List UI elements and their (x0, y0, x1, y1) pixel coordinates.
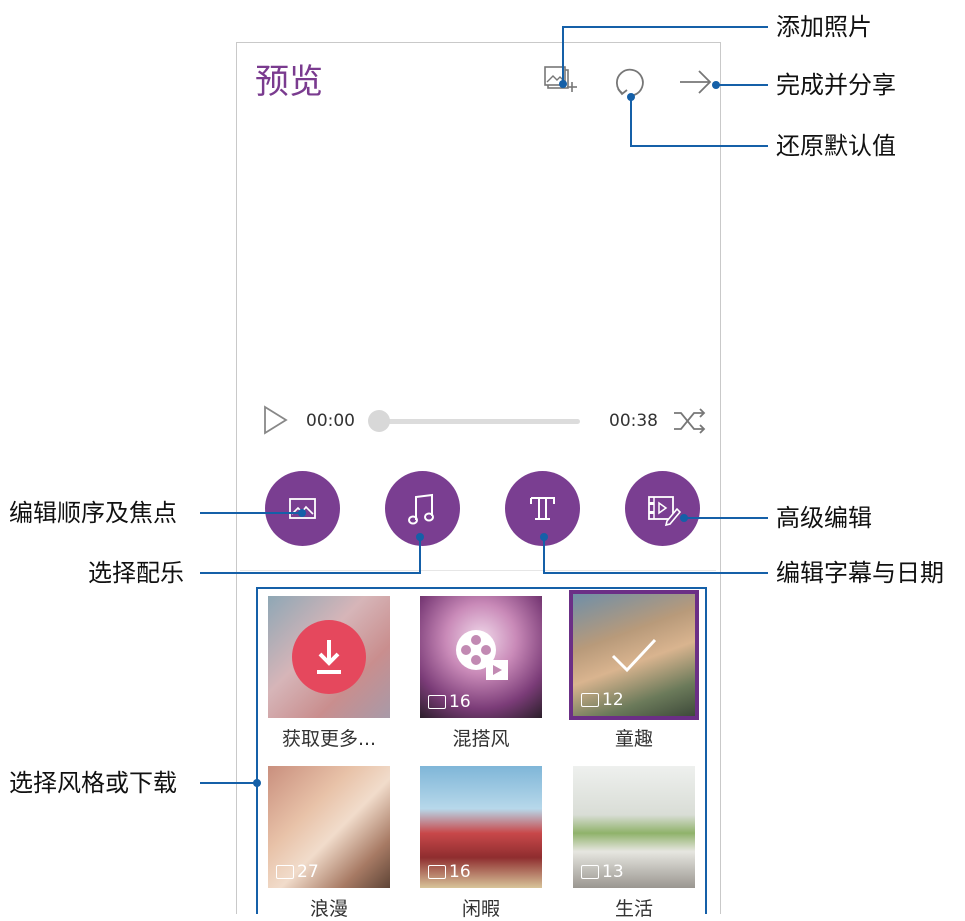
photo-count-icon (428, 865, 446, 879)
callout-select-music: 选择配乐 (88, 559, 184, 587)
photo-count: 16 (428, 862, 471, 882)
callout-line (200, 512, 302, 514)
style-caption: 混搭风 (452, 728, 510, 750)
callout-line (543, 572, 768, 574)
callout-dot (680, 514, 688, 522)
style-thumb-life[interactable]: 13 (573, 766, 695, 888)
style-thumb-mashup[interactable]: 16 (420, 596, 542, 718)
video-edit-icon (648, 496, 682, 527)
photo-count-icon (428, 695, 446, 709)
slider-thumb[interactable] (368, 410, 390, 432)
advanced-edit-button[interactable] (625, 471, 700, 546)
style-thumb-get-more[interactable] (268, 596, 390, 718)
callout-edit-order-focus: 编辑顺序及焦点 (9, 499, 177, 527)
download-button[interactable] (292, 620, 366, 694)
callout-edit-caption-date: 编辑字幕与日期 (776, 559, 944, 587)
style-thumb-leisure[interactable]: 16 (420, 766, 542, 888)
callout-line (716, 84, 768, 86)
callout-dot (540, 533, 548, 541)
selected-style-border (569, 590, 699, 720)
callout-dot (712, 81, 720, 89)
callout-dot (627, 93, 635, 101)
callout-line (562, 26, 768, 28)
total-time: 00:38 (609, 411, 658, 431)
callout-dot (559, 80, 567, 88)
play-icon (264, 405, 288, 435)
callout-line (630, 96, 632, 146)
callout-line (562, 26, 564, 82)
callout-line (200, 572, 421, 574)
style-caption: 生活 (614, 898, 653, 920)
style-caption: 浪漫 (309, 898, 348, 920)
callout-select-style: 选择风格或下载 (9, 769, 177, 797)
shuffle-icon (674, 408, 706, 434)
callout-line (630, 145, 768, 147)
download-icon (317, 640, 341, 674)
style-caption: 闲暇 (461, 898, 500, 920)
play-button[interactable] (262, 405, 288, 435)
style-thumb-romantic[interactable]: 27 (268, 766, 390, 888)
photo-count: 13 (581, 862, 624, 882)
callout-line (200, 782, 258, 784)
callout-line (543, 536, 545, 573)
section-divider (240, 570, 716, 571)
style-caption: 童趣 (614, 728, 653, 750)
callout-dot (416, 533, 424, 541)
callout-dot (253, 779, 261, 787)
photo-count-icon (581, 865, 599, 879)
arrow-right-icon (680, 70, 712, 94)
callout-add-photo: 添加照片 (776, 13, 872, 41)
current-time: 00:00 (306, 411, 355, 431)
photo-count: 27 (276, 862, 319, 882)
callout-advanced-edit: 高级编辑 (776, 504, 872, 532)
progress-slider[interactable] (372, 419, 580, 424)
callout-line (683, 517, 768, 519)
callout-dot (298, 509, 306, 517)
page-title: 预览 (255, 62, 323, 102)
photo-count-icon (276, 865, 294, 879)
photo-count: 16 (428, 692, 471, 712)
callout-reset-default: 还原默认值 (776, 132, 896, 160)
shuffle-button[interactable] (672, 408, 708, 434)
done-share-button[interactable] (677, 68, 713, 96)
callout-line (419, 536, 421, 573)
callout-done-share: 完成并分享 (776, 71, 896, 99)
style-caption: 获取更多... (281, 728, 377, 750)
